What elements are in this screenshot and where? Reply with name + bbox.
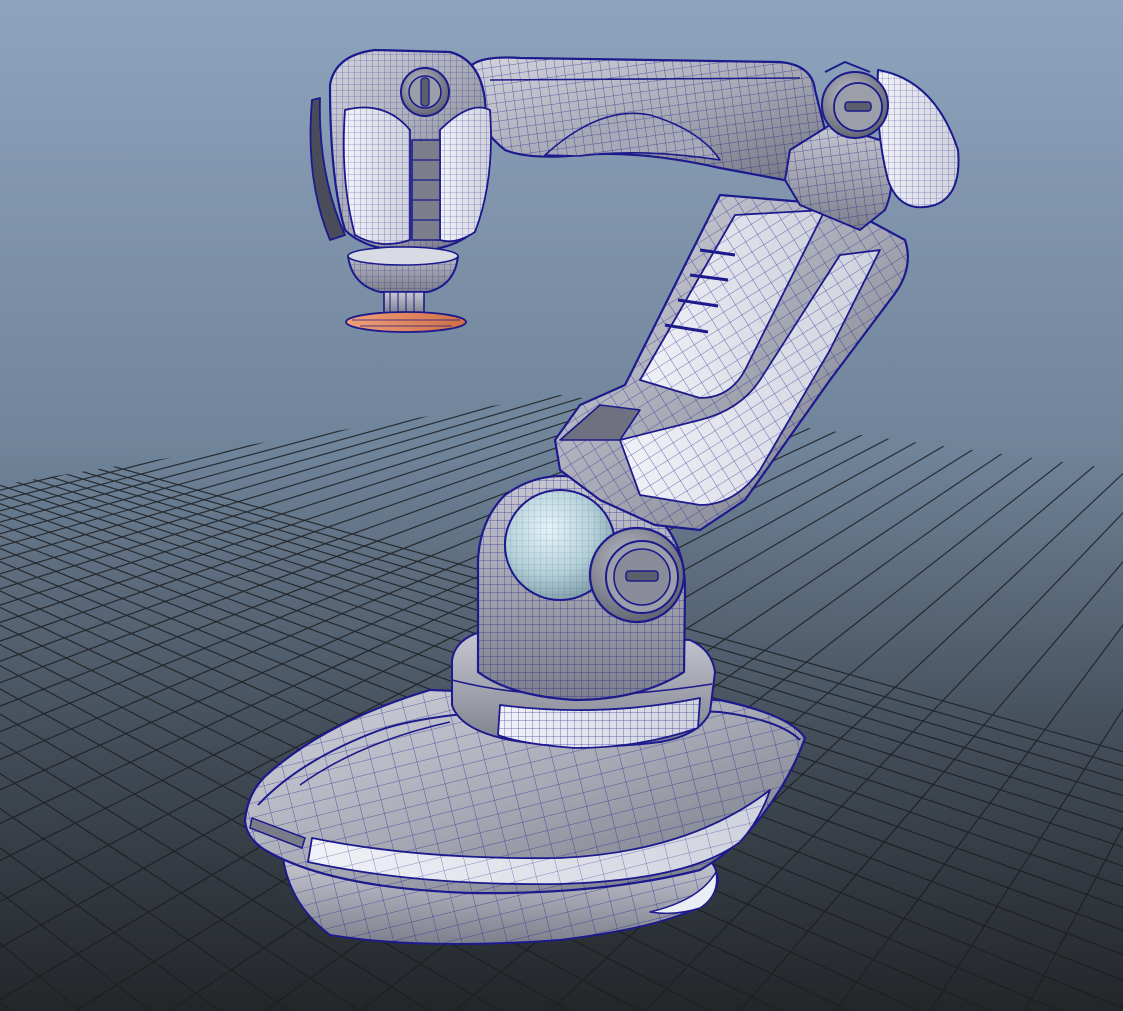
selected-face[interactable] bbox=[345, 311, 467, 333]
shoulder-cap[interactable] bbox=[588, 526, 686, 624]
scene-canvas[interactable] bbox=[0, 0, 1123, 1011]
viewport-3d[interactable] bbox=[0, 0, 1123, 1011]
wrist-head[interactable] bbox=[309, 48, 492, 254]
